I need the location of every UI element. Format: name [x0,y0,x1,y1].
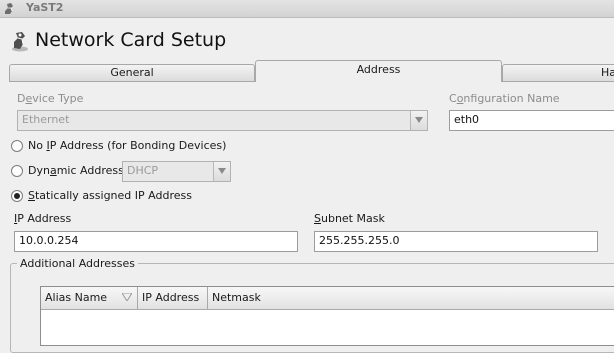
sort-descending-icon [122,293,132,301]
subnet-mask-label: Subnet Mask [314,212,385,225]
static-address-radio[interactable] [11,190,23,202]
device-type-dropdown-button[interactable] [410,111,427,130]
table-header: Alias Name IP Address Netmask [41,287,614,310]
configuration-name-label: Configuration Name [449,92,560,105]
subnet-mask-field[interactable]: 255.255.255.0 [314,231,598,252]
column-header-label: Alias Name [45,291,108,304]
tab-hardware[interactable]: Ha [502,64,614,81]
dhcp-method-value: DHCP [127,164,159,177]
ip-address-label: IP Address [14,212,72,225]
device-type-combo[interactable]: Ethernet [17,110,428,131]
window-titlebar: YaST2 [0,0,614,18]
window-title: YaST2 [26,1,64,14]
column-header-netmask[interactable]: Netmask [208,287,614,309]
dynamic-address-label[interactable]: Dynamic Address [28,164,124,177]
static-address-label[interactable]: Statically assigned IP Address [28,189,192,202]
dynamic-address-radio[interactable] [11,165,23,177]
dhcp-method-dropdown-button[interactable] [213,162,230,181]
ip-address-field[interactable]: 10.0.0.254 [14,231,298,252]
yast-app-icon [4,2,18,15]
additional-addresses-table[interactable]: Alias Name IP Address Netmask [40,286,614,346]
no-ip-radio[interactable] [11,140,23,152]
device-type-label: Device Type [17,92,84,105]
configuration-name-field[interactable]: eth0 [449,110,614,131]
chevron-down-icon [218,168,226,174]
additional-addresses-title: Additional Addresses [17,257,139,270]
device-type-value: Ethernet [22,113,70,126]
chevron-down-icon [415,117,423,123]
column-header-ip-address[interactable]: IP Address [138,287,208,309]
dhcp-method-combo[interactable]: DHCP [122,161,231,182]
network-card-icon [10,30,30,52]
tab-address[interactable]: Address [255,60,502,82]
no-ip-label[interactable]: No IP Address (for Bonding Devices) [28,139,226,152]
column-header-alias-name[interactable]: Alias Name [41,287,138,309]
page-title: Network Card Setup [35,29,227,51]
tab-general[interactable]: General [9,64,255,81]
